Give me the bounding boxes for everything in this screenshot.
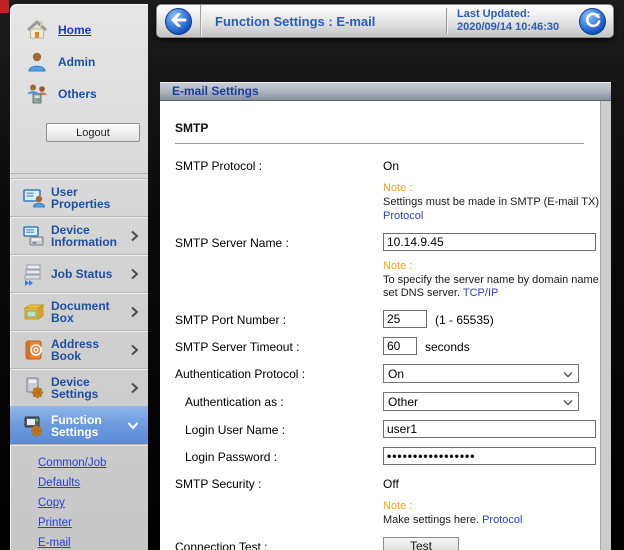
back-arrow-icon xyxy=(171,13,187,30)
sidebar-item-document-box[interactable]: Document Box xyxy=(10,292,148,330)
smtp-security-value: Off xyxy=(383,474,399,491)
sidebar-item-function-settings[interactable]: Function Settings xyxy=(10,406,148,444)
sidebar-item-address-book[interactable]: Address Book xyxy=(10,330,148,368)
submenu-item-email[interactable]: E-mail xyxy=(38,533,148,550)
email-settings-panel: E-mail Settings SMTP SMTP Protocol : On … xyxy=(160,82,611,550)
refresh-button[interactable] xyxy=(579,8,606,35)
others-users-icon xyxy=(24,81,50,107)
sidebar-item-job-status-label: Job Status xyxy=(51,268,127,280)
auth-protocol-select[interactable]: On xyxy=(383,364,579,383)
job-status-icon xyxy=(21,261,47,287)
sidebar-item-document-box-label: Document Box xyxy=(51,300,127,324)
topbar-divider xyxy=(446,8,447,34)
brand-corner-accent xyxy=(0,0,9,13)
top-bar: Function Settings : E-mail Last Updated:… xyxy=(156,4,614,38)
login-user-name-input[interactable] xyxy=(383,420,596,438)
last-updated: Last Updated: 2020/09/14 10:46:30 xyxy=(457,8,579,34)
smtp-timeout-unit: seconds xyxy=(425,337,470,354)
sidebar-item-home-label[interactable]: Home xyxy=(58,23,91,37)
field-login-user: Login User Name : xyxy=(175,420,600,438)
smtp-server-name-input[interactable] xyxy=(383,233,596,251)
last-updated-value: 2020/09/14 10:46:30 xyxy=(457,21,579,34)
refresh-icon xyxy=(585,12,601,31)
sidebar-item-device-settings[interactable]: Device Settings xyxy=(10,368,148,406)
sidebar-item-device-settings-label: Device Settings xyxy=(51,376,127,400)
panel-body: SMTP SMTP Protocol : On Note : Settings … xyxy=(160,101,611,550)
field-connection-test: Connection Test : Test xyxy=(175,537,600,550)
sidebar-item-address-book-label: Address Book xyxy=(51,338,127,362)
sidebar-item-others-label: Others xyxy=(58,87,97,101)
sidebar-item-user-properties[interactable]: User Properties xyxy=(10,178,148,216)
field-smtp-protocol: SMTP Protocol : On xyxy=(175,156,600,173)
admin-user-icon xyxy=(24,49,50,75)
chevron-right-icon xyxy=(127,230,139,242)
field-smtp-port: SMTP Port Number : (1 - 65535) xyxy=(175,310,600,328)
chevron-right-icon xyxy=(127,268,139,280)
function-settings-submenu: Common/Job Defaults Copy Printer E-mail … xyxy=(10,444,148,550)
sidebar-menu: User Properties Device Information Job S… xyxy=(10,178,148,550)
chevron-right-icon xyxy=(127,382,139,394)
panel-right-edge xyxy=(600,101,611,550)
note-smtp-security: Note : Make settings here. Protocol xyxy=(383,500,600,527)
sidebar: Home Admin Others Logout User Properties xyxy=(10,4,148,550)
smtp-timeout-input[interactable] xyxy=(383,337,417,355)
sidebar-item-device-information-label: Device Information xyxy=(51,224,127,248)
account-section: Home Admin Others Logout xyxy=(10,4,148,174)
device-settings-icon xyxy=(21,375,47,401)
field-auth-protocol: Authentication Protocol : On xyxy=(175,364,600,383)
back-button-cell xyxy=(157,5,201,37)
protocol-link[interactable]: Protocol xyxy=(383,210,600,223)
page-title: Function Settings : E-mail xyxy=(215,14,446,29)
logout-button[interactable]: Logout xyxy=(46,123,140,142)
last-updated-label: Last Updated: xyxy=(457,8,579,21)
address-book-icon xyxy=(21,337,47,363)
field-login-password: Login Password : xyxy=(175,447,600,465)
smtp-port-range: (1 - 65535) xyxy=(435,310,494,327)
chevron-down-icon xyxy=(563,395,573,409)
chevron-down-icon xyxy=(563,367,573,381)
sidebar-item-function-settings-label: Function Settings xyxy=(51,414,127,438)
smtp-protocol-value: On xyxy=(383,156,399,173)
sidebar-item-device-information[interactable]: Device Information xyxy=(10,216,148,254)
protocol-link-2[interactable]: Protocol xyxy=(482,514,522,526)
field-smtp-security: SMTP Security : Off xyxy=(175,474,600,491)
submenu-item-printer[interactable]: Printer xyxy=(38,513,148,533)
back-button[interactable] xyxy=(165,8,192,35)
login-password-input[interactable] xyxy=(383,447,596,465)
function-settings-icon xyxy=(21,413,47,439)
auth-as-select[interactable]: Other xyxy=(383,392,579,411)
section-title-smtp: SMTP xyxy=(175,121,600,135)
sidebar-item-admin-label: Admin xyxy=(58,55,95,69)
test-button[interactable]: Test xyxy=(383,537,459,550)
chevron-right-icon xyxy=(127,344,139,356)
submenu-item-common-job-defaults[interactable]: Common/Job Defaults xyxy=(38,453,148,493)
note-smtp-protocol: Note : Settings must be made in SMTP (E-… xyxy=(383,182,600,223)
document-box-icon xyxy=(21,299,47,325)
user-properties-icon xyxy=(21,185,47,211)
sidebar-item-user-properties-label: User Properties xyxy=(51,186,127,210)
sidebar-item-home[interactable]: Home xyxy=(10,14,148,46)
field-smtp-timeout: SMTP Server Timeout : seconds xyxy=(175,337,600,355)
field-auth-as: Authentication as : Other xyxy=(175,392,600,411)
note-smtp-server-name: Note : To specify the server name by dom… xyxy=(383,260,600,300)
panel-title: E-mail Settings xyxy=(160,82,611,101)
device-information-icon xyxy=(21,223,47,249)
smtp-form: SMTP SMTP Protocol : On Note : Settings … xyxy=(160,101,600,550)
tcpip-link[interactable]: TCP/IP xyxy=(463,287,498,299)
home-icon xyxy=(24,17,50,43)
sidebar-item-others[interactable]: Others xyxy=(10,78,148,110)
sidebar-item-job-status[interactable]: Job Status xyxy=(10,254,148,292)
submenu-item-copy[interactable]: Copy xyxy=(38,493,148,513)
chevron-right-icon xyxy=(127,306,139,318)
smtp-port-input[interactable] xyxy=(383,310,427,328)
sidebar-item-admin[interactable]: Admin xyxy=(10,46,148,78)
chevron-down-icon xyxy=(127,421,139,430)
field-smtp-server-name: SMTP Server Name : xyxy=(175,233,600,251)
section-divider xyxy=(175,143,584,144)
